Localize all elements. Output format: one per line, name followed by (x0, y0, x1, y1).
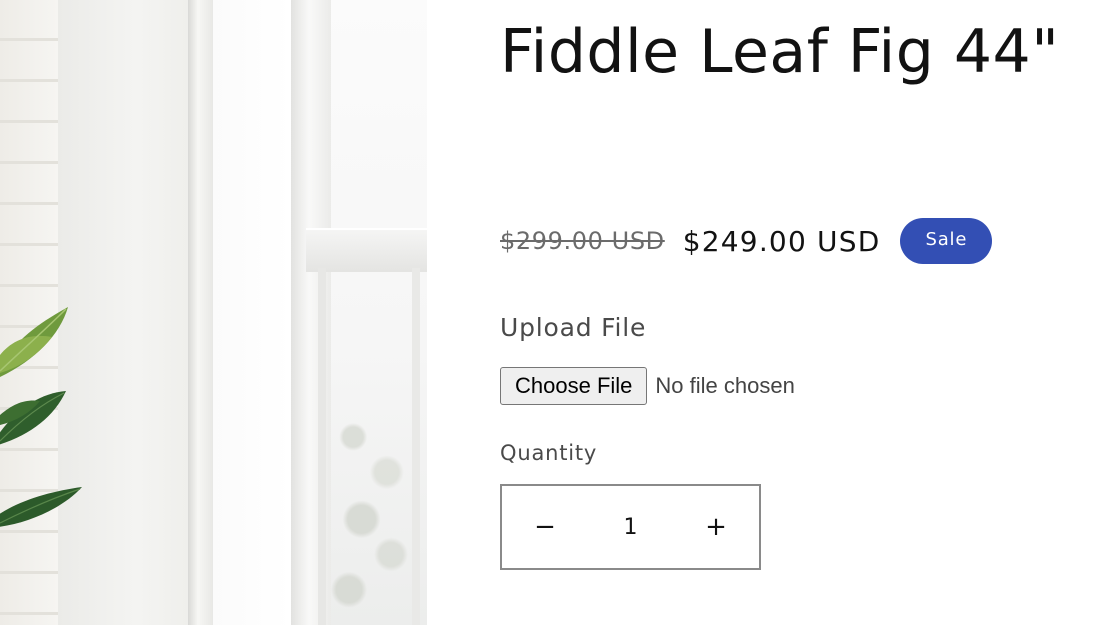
plus-icon: + (705, 512, 727, 542)
leaf-vein (0, 308, 67, 372)
increase-quantity-button[interactable]: + (673, 486, 759, 568)
file-status: No file chosen (655, 373, 795, 398)
regular-price: $299.00 USD (500, 227, 665, 255)
quantity-input[interactable] (588, 486, 673, 568)
window-sash-left (318, 268, 326, 625)
file-input: Choose File No file chosen (500, 366, 795, 406)
leaf (0, 335, 52, 373)
product-info: Fiddle Leaf Fig 44" $299.00 USD $249.00 … (500, 0, 1100, 625)
decrease-quantity-button[interactable]: − (502, 486, 588, 568)
trees-outside (328, 390, 412, 625)
sale-price: $249.00 USD (682, 224, 881, 258)
minus-icon: − (534, 512, 556, 542)
product-page: Fiddle Leaf Fig 44" $299.00 USD $249.00 … (0, 0, 1120, 625)
quantity-label: Quantity (500, 441, 598, 465)
choose-file-button[interactable]: Choose File (500, 367, 648, 405)
plant-leaves (0, 307, 82, 527)
window-sash (306, 228, 427, 272)
window-sash-right (412, 268, 420, 625)
upload-file-label: Upload File (500, 313, 647, 342)
product-title: Fiddle Leaf Fig 44" (500, 17, 1060, 87)
price: $299.00 USD $249.00 USD Sale (500, 218, 993, 264)
product-image (0, 0, 427, 625)
quantity-stepper: − + (500, 484, 761, 570)
window-frame-left (188, 0, 213, 625)
window-light (213, 0, 291, 625)
sale-badge: Sale (900, 218, 993, 264)
